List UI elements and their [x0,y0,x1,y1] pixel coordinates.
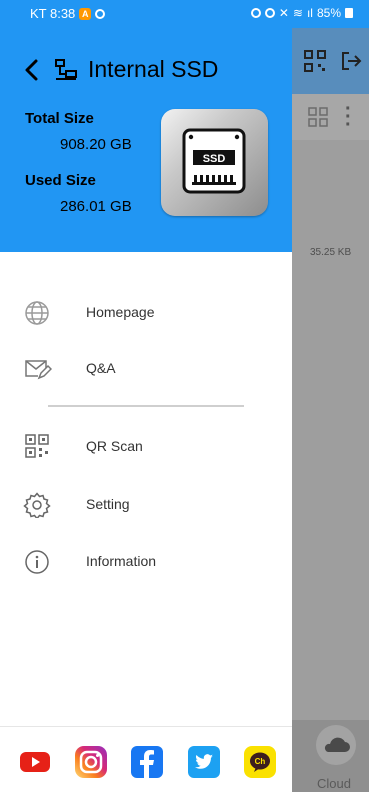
more-vert-icon: · · · [345,98,352,136]
menu-divider [48,405,244,407]
status-time: KT 8:38 [30,6,76,21]
gear-icon [23,492,51,518]
used-size-label: Used Size [25,172,96,189]
status-bar: KT 8:38 A ✕ ≋ ıl 85% [0,0,369,28]
cloud-tab-label: Cloud [317,776,351,791]
menu-item-label: Information [86,553,157,569]
instagram-icon[interactable] [74,745,108,779]
grid-view-icon [308,107,328,127]
total-size-label: Total Size [25,110,94,127]
wifi-icon: ≋ [292,6,303,20]
twitter-icon[interactable] [187,745,221,779]
menu-item-label: Setting [86,496,130,512]
alarm-status-icon [264,8,275,18]
notification-icon [250,8,261,18]
qr-code-icon [304,50,326,72]
battery-level: 85% [316,6,341,20]
social-divider [0,726,292,727]
cloud-tab-icon [316,725,356,765]
menu-item-information[interactable]: Information [0,541,292,581]
ssd-chip-icon: SSD [182,128,246,194]
menu-item-label: Homepage [86,304,155,320]
menu-item-setting[interactable]: Setting [0,484,292,524]
background-app-row [292,94,369,140]
logout-icon [342,52,362,70]
menu-item-label: Q&A [86,360,116,376]
alert-badge-icon: A [79,7,92,20]
used-size-value: 286.01 GB [60,198,132,215]
ssd-image: SSD [161,109,268,216]
navigation-drawer: Internal SSD Total Size 908.20 GB Used S… [0,28,292,792]
mail-edit-icon [25,360,52,380]
storage-device-icon [55,59,77,80]
background-app-scrim[interactable]: · · · 35.25 KB Cloud [292,28,369,792]
mute-icon: ✕ [278,6,289,20]
kakao-channel-text: Ch [255,757,266,766]
total-size-value: 908.20 GB [60,136,132,153]
menu-item-qa[interactable]: Q&A [0,348,292,388]
file-size: 35.25 KB [310,247,352,258]
battery-icon [345,8,353,18]
drawer-header: Internal SSD Total Size 908.20 GB Used S… [0,28,292,252]
alarm-icon [95,8,106,19]
ssd-chip-text: SSD [203,153,226,165]
menu-item-qr-scan[interactable]: QR Scan [0,426,292,466]
globe-icon [25,301,49,325]
info-icon [25,550,49,574]
drawer-title: Internal SSD [88,56,219,82]
menu-item-homepage[interactable]: Homepage [0,292,292,332]
kakao-channel-icon[interactable]: Ch [243,745,277,779]
back-arrow-icon[interactable] [20,56,44,84]
signal-icon: ıl [306,6,313,20]
qr-code-icon [25,434,49,458]
youtube-icon[interactable] [18,745,52,779]
facebook-icon[interactable] [130,745,164,779]
menu-item-label: QR Scan [86,438,143,454]
